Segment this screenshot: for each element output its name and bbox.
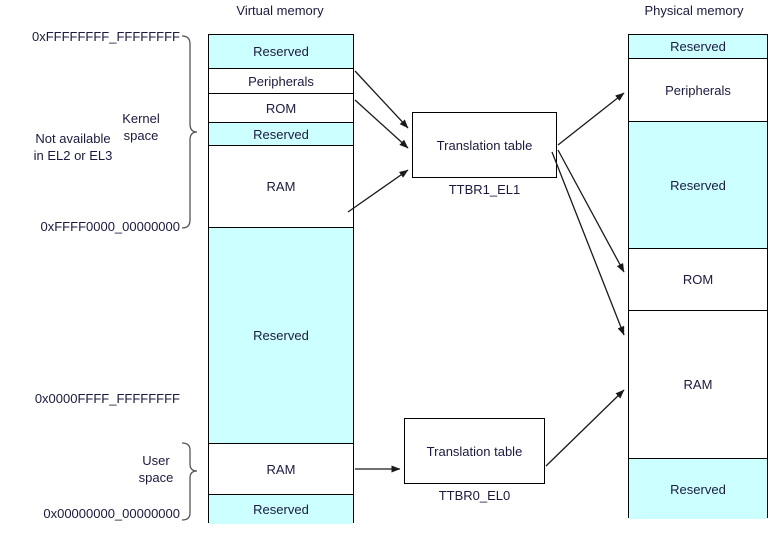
virtual-block-ram-kernel: RAM bbox=[209, 146, 353, 228]
virtual-block-label: Reserved bbox=[253, 502, 309, 517]
arrow-ttbr0-to-pm-ram bbox=[545, 389, 625, 467]
address-label-user-top: 0x0000FFFF_FFFFFFFF bbox=[34, 391, 180, 406]
virtual-block-ram-user: RAM bbox=[209, 444, 353, 495]
kernel-space-line-1: Kernel bbox=[122, 111, 160, 126]
user-space-line-2: space bbox=[138, 470, 174, 485]
physical-block-label: RAM bbox=[683, 377, 713, 392]
physical-block-reserved-top: Reserved bbox=[629, 35, 767, 59]
virtual-block-reserved-bottom: Reserved bbox=[209, 495, 353, 524]
virtual-block-rom: ROM bbox=[209, 94, 353, 123]
physical-block-peripherals: Peripherals bbox=[629, 59, 767, 122]
ttbr0-caption: TTBR0_EL0 bbox=[438, 488, 511, 503]
not-available-line-2: in EL2 or EL3 bbox=[33, 148, 113, 163]
translation-table-ttbr1-box[interactable]: Translation table bbox=[412, 112, 557, 178]
physical-block-ram: RAM bbox=[629, 311, 767, 459]
arrow-ttbr1-to-pm-rom bbox=[557, 149, 625, 273]
arrow-vm-peripherals-to-ttbr1 bbox=[354, 70, 409, 129]
physical-block-rom: ROM bbox=[629, 249, 767, 311]
physical-block-label: Peripherals bbox=[665, 82, 731, 98]
virtual-block-reserved-kernel: Reserved bbox=[209, 123, 353, 146]
virtual-block-peripherals: Peripherals bbox=[209, 69, 353, 94]
address-label-bottom: 0x00000000_00000000 bbox=[43, 506, 180, 521]
kernel-space-line-2: space bbox=[123, 128, 159, 143]
virtual-block-label: RAM bbox=[266, 461, 296, 477]
virtual-block-label: Reserved bbox=[253, 328, 309, 343]
kernel-space-label: Kernel space bbox=[110, 110, 172, 144]
address-label-kernel-base: 0xFFFF0000_00000000 bbox=[40, 219, 180, 234]
virtual-block-label: ROM bbox=[265, 100, 297, 116]
physical-block-label: Reserved bbox=[670, 177, 726, 193]
virtual-block-label: RAM bbox=[266, 179, 296, 194]
user-space-label: User space bbox=[128, 452, 184, 486]
virtual-block-reserved-gap: Reserved bbox=[209, 228, 353, 444]
diagram-canvas: Virtual memory Physical memory Reserved … bbox=[0, 0, 768, 533]
physical-block-reserved-mid: Reserved bbox=[629, 122, 767, 249]
translation-table-label: Translation table bbox=[436, 137, 533, 153]
virtual-block-label: Reserved bbox=[253, 44, 309, 59]
virtual-block-label: Reserved bbox=[253, 126, 309, 142]
ttbr1-caption: TTBR1_EL1 bbox=[448, 182, 521, 197]
arrow-vm-rom-to-ttbr1 bbox=[354, 99, 409, 149]
virtual-block-reserved-top: Reserved bbox=[209, 35, 353, 69]
physical-memory-title: Physical memory bbox=[644, 3, 744, 18]
kernel-space-brace bbox=[181, 35, 198, 229]
virtual-memory-column: Reserved Peripherals ROM Reserved RAM Re… bbox=[208, 34, 354, 524]
address-label-top: 0xFFFFFFFF_FFFFFFFF bbox=[31, 29, 180, 44]
virtual-block-label: Peripherals bbox=[248, 73, 314, 89]
arrow-ttbr1-to-pm-peripherals bbox=[557, 92, 625, 146]
physical-memory-column: Reserved Peripherals Reserved ROM RAM Re… bbox=[628, 34, 768, 519]
physical-block-reserved-bottom: Reserved bbox=[629, 459, 767, 519]
translation-table-ttbr0-box[interactable]: Translation table bbox=[404, 418, 545, 484]
translation-table-label: Translation table bbox=[426, 443, 523, 459]
user-space-line-1: User bbox=[142, 453, 170, 468]
arrow-ttbr1-to-pm-ram bbox=[551, 151, 625, 336]
physical-block-label: Reserved bbox=[670, 39, 726, 54]
arrow-vm-ram-to-ttbr1 bbox=[347, 169, 409, 213]
physical-block-label: ROM bbox=[682, 272, 714, 287]
physical-block-label: Reserved bbox=[670, 481, 726, 497]
user-space-brace bbox=[181, 442, 198, 521]
virtual-memory-title: Virtual memory bbox=[236, 3, 324, 18]
